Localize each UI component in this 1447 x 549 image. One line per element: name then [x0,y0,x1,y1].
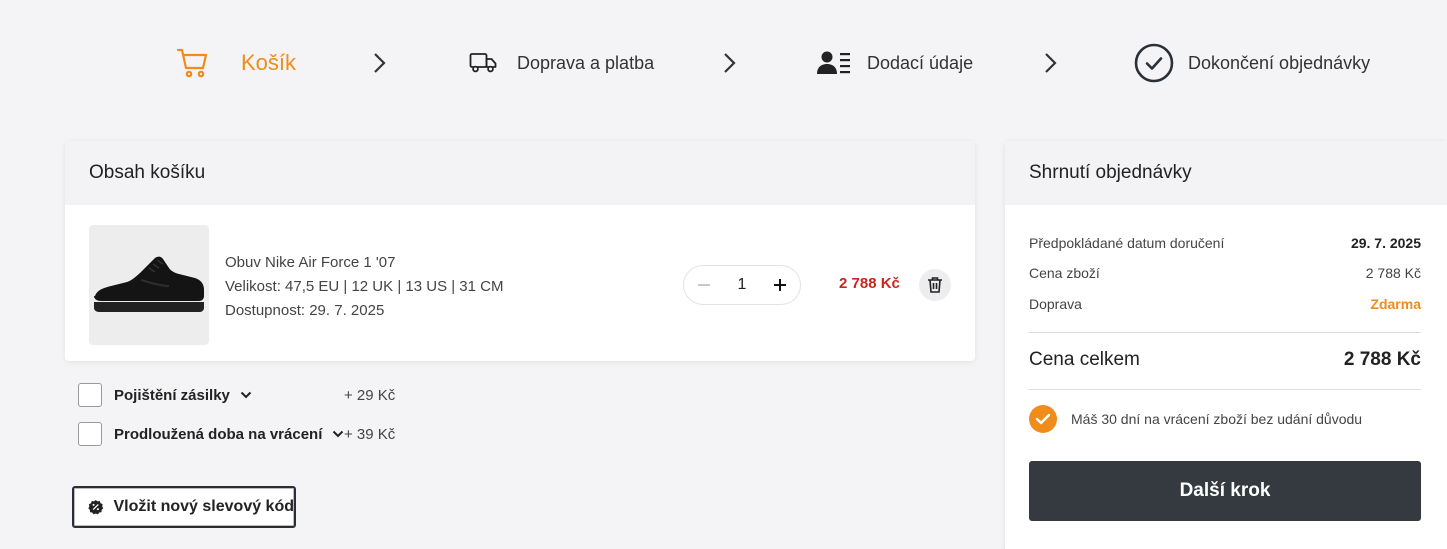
item-details: Obuv Nike Air Force 1 '07 Velikost: 47,5… [225,251,503,323]
insurance-checkbox[interactable] [78,383,102,407]
discount-badge-icon [88,499,104,515]
total-label: Cena celkem [1029,349,1140,370]
cart-icon [176,46,210,80]
delivery-date-row: Předpokládané datum doručení 29. 7. 2025 [1029,235,1421,251]
trash-icon [928,277,942,293]
step-delivery-details[interactable]: Dodací údaje [817,44,973,82]
chevron-down-icon [333,430,344,438]
divider [1029,332,1421,333]
product-size: Velikost: 47,5 EU | 12 UK | 13 US | 31 C… [225,278,504,295]
check-circle-icon [1134,43,1174,83]
return-note-text: Máš 30 dní na vrácení zboží bez udání dů… [1071,411,1363,427]
order-summary-panel: Shrnutí objednávky Předpokládané datum d… [1005,141,1447,549]
shipping-value: Zdarma [1370,296,1421,312]
coupon-label: Vložit nový slevový kód [113,498,295,515]
total-row: Cena celkem 2 788 Kč [1029,349,1421,371]
plus-icon [774,279,786,291]
user-list-icon [817,50,851,76]
step-label: Dokončení objednávky [1188,52,1371,73]
option-shipping-insurance: Pojištění zásilky + 29 Kč [78,383,395,407]
cart-title: Obsah košíku [65,141,975,205]
summary-title: Shrnutí objednávky [1005,141,1447,205]
total-value: 2 788 Kč [1343,349,1421,370]
return-policy-note: Máš 30 dní na vrácení zboží bez udání dů… [1029,405,1362,433]
delivery-date-value: 29. 7. 2025 [1350,235,1421,251]
product-availability: Dostupnost: 29. 7. 2025 [225,302,385,319]
chevron-down-icon [240,391,252,399]
chevron-right-icon [724,53,736,73]
cart-panel: Obsah košíku Obuv Nike Air Force 1 '07 V… [65,141,975,361]
step-label: Dodací údaje [867,52,974,73]
divider [1029,389,1421,390]
product-name[interactable]: Obuv Nike Air Force 1 '07 [225,251,503,275]
shipping-label: Doprava [1029,296,1082,312]
quantity-value[interactable]: 1 [738,276,747,294]
shipping-row: Doprava Zdarma [1029,296,1421,312]
extended-return-label[interactable]: Prodloužená doba na vrácení [114,426,344,443]
next-step-button[interactable]: Další krok [1029,461,1421,521]
decrease-quantity-button[interactable] [694,275,714,295]
check-badge-icon [1029,405,1057,433]
increase-quantity-button[interactable] [770,275,790,295]
chevron-right-icon [1045,53,1057,73]
goods-price-row: Cena zboží 2 788 Kč [1029,265,1421,281]
quantity-stepper: 1 [683,265,801,305]
chevron-right-icon [374,53,386,73]
step-shipping[interactable]: Doprava a platba [469,44,654,82]
option-price: + 39 Kč [344,425,396,443]
option-extended-return: Prodloužená doba na vrácení + 39 Kč [78,422,395,446]
minus-icon [698,284,710,286]
option-label: Prodloužená doba na vrácení [114,425,323,443]
step-label: Košík [241,50,297,75]
sneaker-icon [94,256,204,312]
remove-item-button[interactable] [919,269,951,301]
goods-price-value: 2 788 Kč [1365,265,1421,281]
goods-price-label: Cena zboží [1029,265,1100,281]
step-label: Doprava a platba [517,52,655,73]
step-finish[interactable]: Dokončení objednávky [1134,43,1371,83]
checkout-steps: Košík Doprava a platba Dodací údaje Doko… [0,0,1447,125]
step-cart[interactable]: Košík [176,44,296,82]
add-coupon-button[interactable]: Vložit nový slevový kód [72,486,296,528]
extended-return-checkbox[interactable] [78,422,102,446]
item-price: 2 788 Kč [839,275,900,292]
cart-item: Obuv Nike Air Force 1 '07 Velikost: 47,5… [89,225,951,345]
option-label: Pojištění zásilky [114,386,230,404]
product-image[interactable] [89,225,209,345]
delivery-date-label: Předpokládané datum doručení [1029,235,1225,251]
insurance-label[interactable]: Pojištění zásilky [114,387,252,404]
truck-icon [469,52,497,74]
option-price: + 29 Kč [344,386,396,404]
